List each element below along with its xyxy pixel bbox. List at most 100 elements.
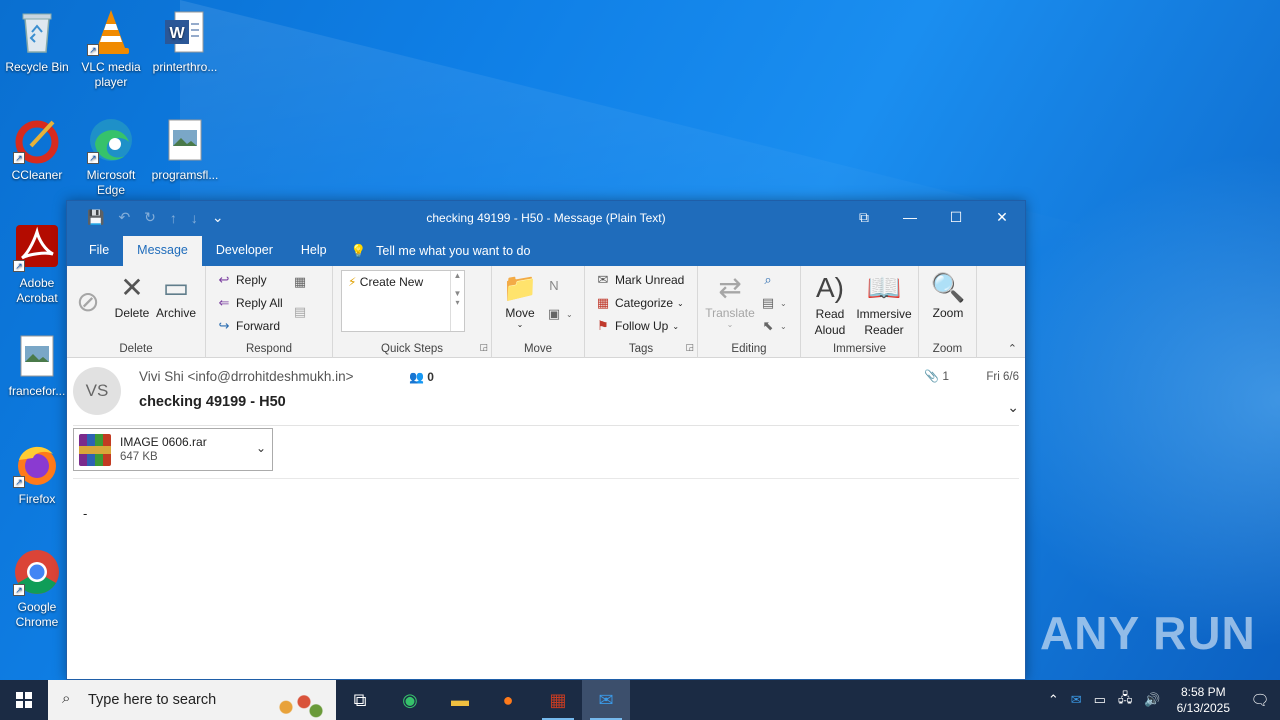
archive-label: Archive [155, 306, 196, 320]
immersive-reader-button[interactable]: 📖 Immersive Reader [853, 270, 915, 338]
taskbar-file-explorer[interactable]: ▬ [436, 680, 484, 720]
read-aloud-icon: A) [816, 272, 844, 303]
taskbar-search[interactable]: ⌕ Type here to search [48, 680, 336, 720]
find-button[interactable]: ⌕ [760, 272, 776, 288]
people-count-value: 0 [427, 370, 434, 384]
ribbon-display-options-icon[interactable]: ⧉ [841, 201, 887, 234]
start-button[interactable] [0, 680, 48, 720]
related-button[interactable]: ▤ ⌄ [760, 295, 787, 311]
desktop-icon-google-chrome[interactable]: ↗ Google Chrome [0, 548, 74, 630]
message-body[interactable]: - [83, 506, 87, 521]
desktop-icon-adobe-acrobat[interactable]: ↗ Adobe Acrobat [0, 224, 74, 306]
tab-message[interactable]: Message [123, 236, 202, 266]
image-file-icon [161, 116, 209, 164]
editing-group: ⇄ Translate ⌄ ⌕ ▤ ⌄ ⬉ ⌄ Editing [698, 266, 801, 358]
quick-steps-launcher-icon[interactable]: ◲ [479, 342, 488, 353]
categorize-label: Categorize [615, 296, 674, 310]
system-tray: ⌃ ✉ ▭ 🖧 🔊 8:58 PM 6/13/2025 🗨 [1042, 680, 1280, 720]
winrar-icon: ▦ [549, 690, 567, 710]
outlook-message-window: 💾 ↶ ↻ ↑ ↓ ⌄ checking 49199 - H50 - Messa… [66, 200, 1026, 680]
zoom-button[interactable]: 🔍 Zoom [927, 270, 969, 320]
people-count[interactable]: 👥 0 [409, 370, 434, 384]
desktop-icon-printerthro[interactable]: W printerthro... [148, 8, 222, 75]
archive-button[interactable]: ▭ Archive [153, 270, 199, 320]
taskbar-outlook[interactable]: ✉ [582, 680, 630, 720]
tags-group: ✉ Mark Unread ▦ Categorize ⌄ ⚑ Follow Up ⌄ Ta… [585, 266, 698, 358]
minimize-button[interactable]: — [887, 201, 933, 234]
shortcut-arrow-icon: ↗ [87, 44, 99, 56]
shortcut-arrow-icon: ↗ [13, 260, 25, 272]
translate-label: Translate [705, 306, 755, 320]
outlook-tray-icon[interactable]: ✉ [1071, 692, 1082, 708]
desktop-icon-programsfl[interactable]: programsfl... [148, 116, 222, 183]
delete-button[interactable]: ✕ Delete [111, 270, 153, 320]
categorize-icon: ▦ [596, 295, 610, 310]
tab-developer[interactable]: Developer [202, 236, 287, 266]
expand-header-icon[interactable]: ⌄ [1007, 399, 1019, 416]
flag-icon: ⚑ [597, 318, 609, 333]
reply-all-arrow-icon: ⇐ [218, 295, 230, 310]
notifications-icon[interactable]: 🗨 [1240, 691, 1280, 709]
immersive-reader-label: Immersive Reader [856, 307, 912, 337]
taskbar-firefox[interactable]: ● [484, 680, 532, 720]
more-respond-button[interactable]: ▤ [292, 304, 308, 320]
winrar-band [79, 446, 111, 454]
meet-now-icon[interactable]: ▭ [1094, 692, 1106, 708]
categorize-button[interactable]: ▦ Categorize ⌄ [595, 295, 684, 311]
volume-icon[interactable]: 🔊 [1144, 692, 1160, 708]
taskbar-winrar[interactable]: ▦ [534, 680, 582, 720]
ccleaner-icon: ↗ [13, 116, 61, 164]
meeting-reply-button[interactable]: ▦ [292, 274, 308, 290]
attachment-name: IMAGE 0606.rar [120, 435, 207, 449]
chevron-down-icon[interactable]: ⌄ [256, 441, 266, 455]
immersive-reader-icon: 📖 [866, 272, 902, 303]
people-icon: 👥 [409, 370, 424, 384]
tab-help[interactable]: Help [287, 236, 341, 266]
attachment-card[interactable]: IMAGE 0606.rar 647 KB ⌄ [73, 428, 273, 471]
desktop-icon-edge[interactable]: ↗ Microsoft Edge [74, 116, 148, 198]
desktop-icon-recycle-bin[interactable]: Recycle Bin [0, 8, 74, 75]
move-button[interactable]: 📁 Move ⌄ [500, 270, 540, 329]
move-group: 📁 Move ⌄ N ▣ ⌄ Move [492, 266, 585, 358]
shortcut-arrow-icon: ↗ [87, 152, 99, 164]
delete-x-icon: ✕ [120, 272, 144, 303]
tags-launcher-icon[interactable]: ◲ [685, 342, 694, 353]
network-icon[interactable]: 🖧 [1118, 689, 1133, 711]
shortcut-arrow-icon: ↗ [13, 152, 25, 164]
task-view-button[interactable]: ⧉ [336, 680, 384, 720]
show-hidden-icons-icon[interactable]: ⌃ [1048, 692, 1059, 708]
anyrun-watermark: ANY RUN [1040, 607, 1256, 659]
tab-file[interactable]: File [75, 236, 123, 266]
reply-all-button[interactable]: ⇐ Reply All [216, 295, 283, 311]
shortcut-arrow-icon: ↗ [13, 476, 25, 488]
taskbar-edge[interactable]: ◉ [386, 680, 434, 720]
select-button[interactable]: ⬉ ⌄ [760, 318, 787, 334]
forward-button[interactable]: ↪ Forward [216, 318, 280, 334]
sender[interactable]: Vivi Shi <info@drrohitdeshmukh.in> [139, 369, 354, 384]
reply-arrow-icon: ↩ [218, 272, 230, 287]
desktop-icon-vlc[interactable]: ↗ VLC media player [74, 8, 148, 90]
quick-steps-scrollbar[interactable]: ▲ ▼ ▾ [450, 271, 464, 331]
read-aloud-button[interactable]: A) Read Aloud [809, 270, 851, 338]
close-button[interactable]: ✕ [979, 201, 1025, 234]
follow-up-button[interactable]: ⚑ Follow Up ⌄ [595, 318, 679, 334]
onenote-button[interactable]: N [546, 278, 562, 293]
mark-unread-button[interactable]: ✉ Mark Unread [595, 272, 685, 288]
desktop-icon-firefox[interactable]: ↗ Firefox [0, 440, 74, 507]
clock[interactable]: 8:58 PM 6/13/2025 [1177, 684, 1230, 716]
tell-me-label: Tell me what you want to do [376, 244, 531, 258]
collapse-ribbon-icon[interactable]: ⌃ [1008, 342, 1017, 355]
translate-button[interactable]: ⇄ Translate ⌄ [704, 270, 756, 329]
tell-me-search[interactable]: 💡 Tell me what you want to do [341, 236, 541, 266]
actions-button[interactable]: ▣ ⌄ [546, 306, 573, 322]
ignore-button[interactable]: ⊘ [73, 284, 103, 320]
reply-button[interactable]: ↩ Reply [216, 272, 267, 288]
mark-unread-label: Mark Unread [615, 273, 685, 287]
desktop-icon-francefor[interactable]: francefor... [0, 332, 74, 399]
maximize-button[interactable]: ☐ [933, 201, 979, 234]
message-header: VS Vivi Shi <info@drrohitdeshmukh.in> 👥 … [73, 359, 1019, 426]
quick-step-create-new[interactable]: ⚡ Create New [342, 271, 464, 293]
avatar[interactable]: VS [73, 367, 121, 415]
magnifier-icon: 🔍 [930, 272, 966, 303]
desktop-icon-ccleaner[interactable]: ↗ CCleaner [0, 116, 74, 183]
